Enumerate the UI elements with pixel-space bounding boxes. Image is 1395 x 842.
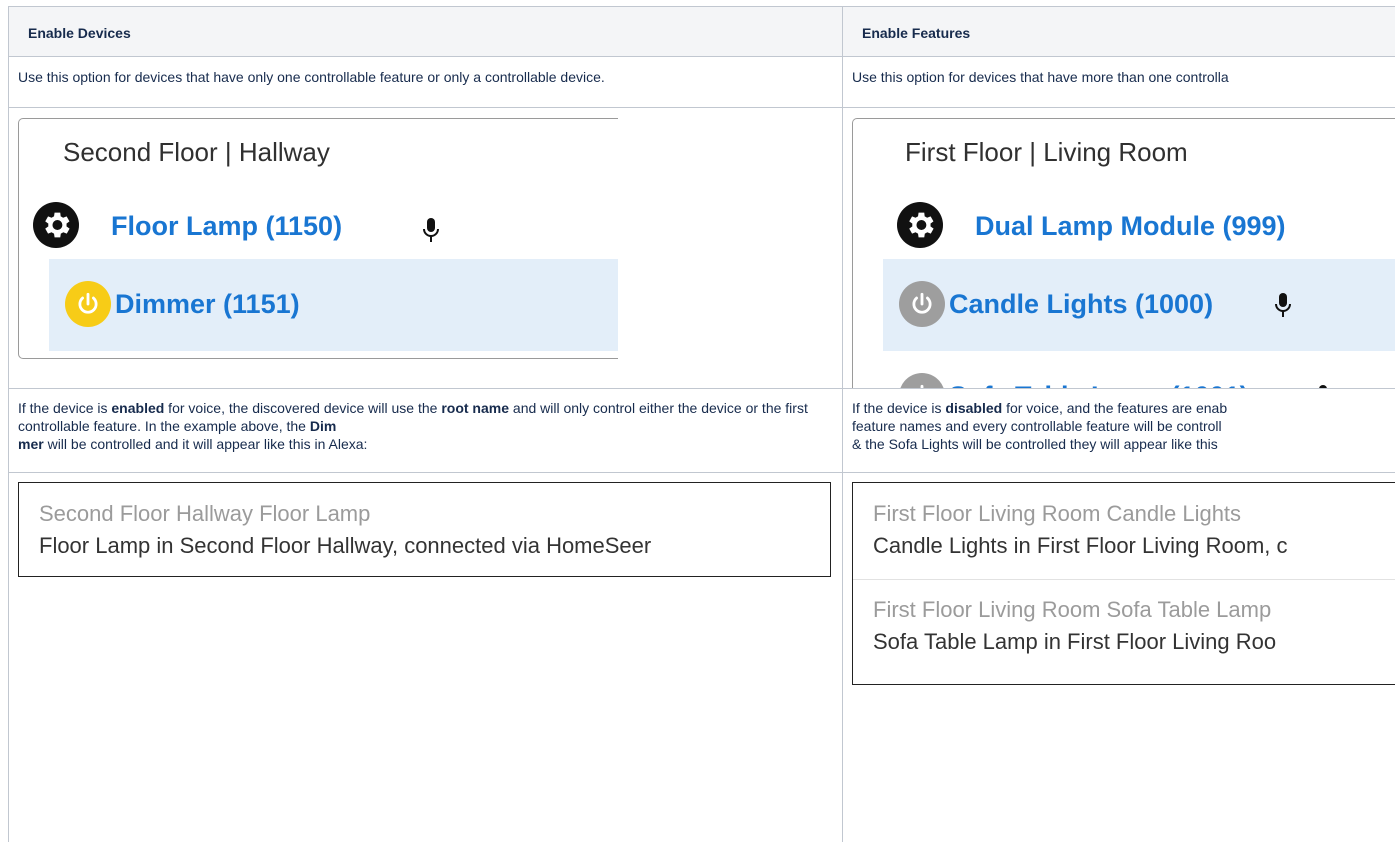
alexa-device-subtitle: Sofa Table Lamp in First Floor Living Ro… (873, 629, 1277, 654)
desc-bold: enabled (111, 400, 165, 416)
desc-bold: disabled (945, 400, 1003, 416)
desc-text: for voice, the discovered device will us… (164, 400, 442, 416)
desc-text: for voice, and the features are enab (1002, 400, 1228, 416)
alexa-device-name: First Floor Living Room Candle Lights (873, 501, 1242, 526)
features-illustration-cell: First Floor | Living Room Dual Lamp Modu… (843, 108, 1395, 389)
device-label-candle-lights: Candle Lights (1000) (949, 289, 1214, 319)
alexa-result-card: First Floor Living Room Candle Lights Ca… (852, 482, 1395, 685)
device-card-hallway: Second Floor | Hallway Floor Lamp (1150)… (18, 118, 618, 359)
power-icon (899, 281, 945, 327)
desc-text: will be controlled and it will appear li… (43, 436, 368, 452)
alexa-result-card: Second Floor Hallway Floor Lamp Floor La… (18, 482, 831, 577)
device-row[interactable]: Sofa Table Lamp (1001) (883, 351, 1395, 388)
header-enable-features: Enable Features (843, 7, 1395, 57)
desc-text: & the Sofa Lights will be controlled the… (852, 436, 1218, 452)
devices-illustration-cell: Second Floor | Hallway Floor Lamp (1150)… (9, 108, 843, 389)
device-row-selected[interactable]: Dimmer (1151) (49, 259, 618, 351)
microphone-icon (423, 218, 439, 242)
desc-devices: If the device is enabled for voice, the … (9, 389, 843, 473)
alexa-device-subtitle: Floor Lamp in Second Floor Hallway, conn… (39, 533, 652, 558)
device-row-selected[interactable]: Candle Lights (1000) (883, 259, 1395, 351)
intro-features-text: Use this option for devices that have mo… (852, 69, 1229, 85)
power-icon (899, 373, 945, 388)
header-enable-devices-label: Enable Devices (28, 25, 131, 41)
divider (853, 579, 1395, 580)
desc-bold: Dim (309, 418, 337, 434)
alexa-device-name: First Floor Living Room Sofa Table Lamp (873, 597, 1272, 622)
device-label-floor-lamp: Floor Lamp (1150) (111, 211, 343, 241)
header-enable-devices: Enable Devices (9, 7, 843, 57)
gear-icon (33, 202, 79, 248)
desc-text: If the device is (852, 400, 946, 416)
power-icon (65, 281, 111, 327)
intro-devices-text: Use this option for devices that have on… (18, 69, 605, 85)
desc-bold: root name (441, 400, 510, 416)
device-label-dual-lamp-module: Dual Lamp Module (999) (975, 211, 1286, 241)
alexa-device-name: Second Floor Hallway Floor Lamp (39, 501, 371, 526)
desc-text: If the device is (18, 400, 112, 416)
desc-bold: mer (18, 436, 44, 452)
alexa-device-subtitle: Candle Lights in First Floor Living Room… (873, 533, 1288, 558)
desc-text: feature names and every controllable fea… (852, 418, 1222, 434)
device-card-living-room: First Floor | Living Room Dual Lamp Modu… (852, 118, 1395, 388)
intro-features: Use this option for devices that have mo… (843, 57, 1395, 108)
alexa-features-cell: First Floor Living Room Candle Lights Ca… (843, 473, 1395, 842)
gear-icon (897, 202, 943, 248)
comparison-table: Enable Devices Enable Features Use this … (8, 6, 1395, 842)
location-title: First Floor | Living Room (905, 137, 1188, 167)
alexa-devices-cell: Second Floor Hallway Floor Lamp Floor La… (9, 473, 843, 842)
device-label-sofa-table-lamp: Sofa Table Lamp (1001) (949, 381, 1249, 388)
desc-features: If the device is disabled for voice, and… (843, 389, 1395, 473)
microphone-icon (1275, 293, 1291, 317)
location-title: Second Floor | Hallway (63, 137, 330, 167)
intro-devices: Use this option for devices that have on… (9, 57, 843, 108)
device-label-dimmer: Dimmer (1151) (115, 289, 300, 319)
header-enable-features-label: Enable Features (862, 25, 971, 41)
